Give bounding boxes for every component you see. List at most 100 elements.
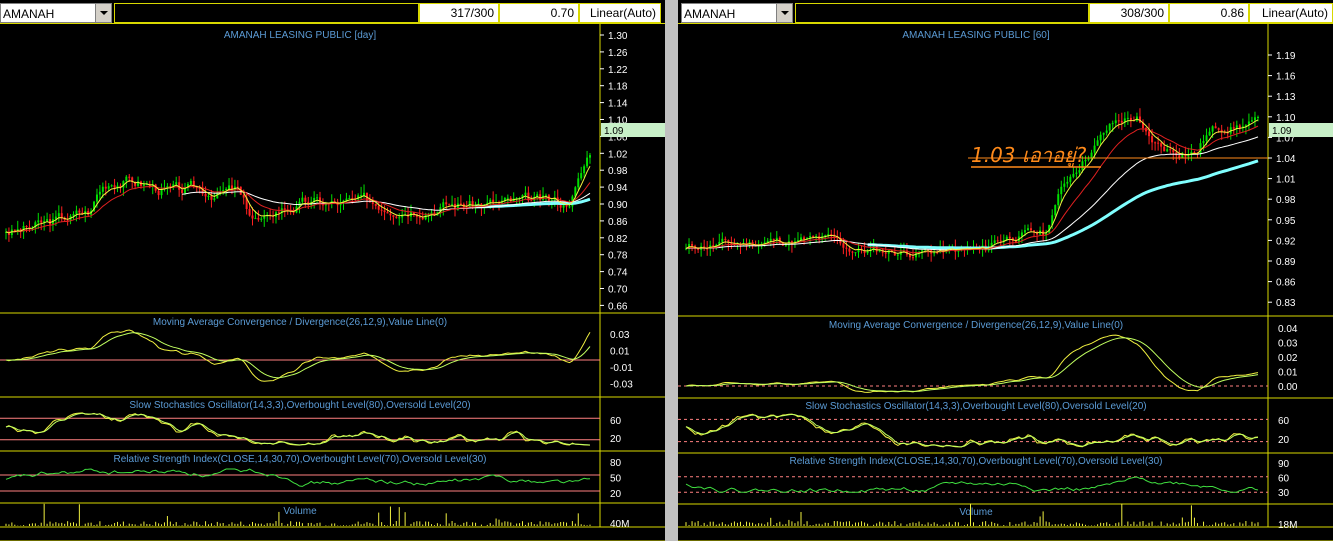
candle-body	[371, 202, 374, 204]
candle-body	[884, 252, 887, 254]
price-tick-label: 0.83	[1276, 298, 1296, 309]
candle-body	[160, 189, 163, 196]
candle-body	[283, 208, 286, 210]
candle-body	[380, 209, 383, 211]
candle-body	[451, 203, 454, 205]
candle-body	[260, 218, 263, 220]
candle-body	[351, 197, 354, 199]
price-tick-label: 1.22	[608, 65, 628, 76]
candle-body	[724, 238, 727, 241]
candle-body	[1148, 131, 1151, 137]
candle-body	[1181, 154, 1184, 158]
price-tick-label: 0.92	[1276, 236, 1296, 247]
price-tick-label: 1.01	[1276, 175, 1296, 186]
candle-body	[348, 197, 351, 199]
left-toolbar: AMANAH 317/300 0.70 Linear(Auto)	[0, 0, 665, 24]
candle-body	[251, 215, 254, 219]
candle-body	[383, 210, 386, 213]
candle-body	[866, 251, 869, 254]
candle-body	[1063, 183, 1066, 187]
right-chart-canvas: AMANAH LEASING PUBLIC [60] Moving Average…	[678, 24, 1333, 541]
macd-tick-label: -0.01	[610, 363, 633, 374]
macd-line	[5, 329, 591, 382]
price-tick-label: 0.98	[608, 166, 628, 177]
candle-body	[257, 218, 260, 220]
left-count-field: 317/300	[419, 3, 499, 23]
last-price-label: 1.09	[1272, 126, 1292, 137]
candle-body	[392, 215, 395, 217]
candle-body	[316, 197, 319, 199]
candle-body	[228, 185, 231, 189]
left-scale-field[interactable]: Linear(Auto)	[579, 3, 661, 23]
volume-tick-label: 40M	[610, 519, 629, 530]
candle-body	[1066, 181, 1069, 184]
candle-body	[1178, 155, 1181, 158]
macd-signal-line	[5, 332, 591, 379]
volume-title: Volume	[283, 506, 317, 517]
left-symbol-select[interactable]: AMANAH	[0, 3, 112, 23]
candle-body	[1154, 142, 1157, 144]
stoch-title: Slow Stochastics Oscillator(14,3,3),Over…	[129, 400, 470, 411]
candle-body	[1057, 194, 1060, 206]
chart-title: AMANAH LEASING PUBLIC [day]	[224, 30, 376, 41]
candle-body	[377, 205, 380, 210]
candle-body	[1126, 117, 1129, 119]
candle-body	[586, 157, 589, 167]
candle-body	[769, 238, 772, 241]
price-tick-label: 0.74	[608, 268, 628, 279]
candle-body	[175, 182, 178, 185]
candle-body	[1163, 146, 1166, 152]
right-symbol-select[interactable]: AMANAH	[681, 3, 793, 23]
candle-body	[1114, 120, 1117, 124]
candle-body	[1111, 123, 1114, 125]
candle-body	[263, 216, 266, 219]
macd-tick-label: 0.01	[610, 347, 630, 358]
candle-body	[1129, 117, 1132, 121]
candle-body	[848, 248, 851, 252]
candle-body	[712, 245, 715, 247]
candle-body	[110, 185, 113, 187]
candle-body	[1093, 145, 1096, 153]
candle-body	[1102, 132, 1105, 135]
candle-body	[1008, 236, 1011, 239]
price-tick-label: 1.30	[608, 31, 628, 42]
right-count-field: 308/300	[1089, 3, 1169, 23]
candle-body	[577, 178, 580, 188]
candle-body	[772, 238, 775, 241]
candle-body	[60, 213, 63, 218]
chevron-down-icon[interactable]	[776, 4, 792, 22]
macd-tick-label: 0.02	[1278, 353, 1298, 364]
macd-tick-label: 0.03	[610, 330, 630, 341]
candle-body	[442, 202, 445, 208]
right-scale-field[interactable]: Linear(Auto)	[1249, 3, 1333, 23]
chevron-down-icon[interactable]	[95, 4, 111, 22]
candle-body	[57, 213, 60, 217]
candle-body	[1253, 117, 1256, 121]
candle-body	[993, 240, 996, 243]
candle-body	[812, 236, 815, 238]
macd-tick-label: 0.01	[1278, 368, 1298, 379]
candle-body	[1120, 120, 1123, 123]
candle-body	[691, 244, 694, 246]
candle-body	[1138, 116, 1141, 123]
candle-body	[1160, 143, 1163, 147]
candle-body	[530, 200, 533, 202]
candle-body	[46, 219, 49, 222]
candle-body	[248, 209, 251, 216]
candle-body	[842, 243, 845, 248]
candle-body	[13, 229, 16, 232]
panel-separator[interactable]	[665, 0, 678, 541]
price-tick-label: 1.13	[1276, 92, 1296, 103]
left-chart-panel: AMANAH 317/300 0.70 Linear(Auto) AMANAH …	[0, 0, 665, 541]
candle-body	[1054, 205, 1057, 216]
stoch-tick-label: 20	[1278, 435, 1290, 446]
candle-body	[809, 236, 812, 238]
candle-body	[784, 245, 787, 247]
macd-tick-label: 0.04	[1278, 324, 1298, 335]
candle-body	[398, 217, 401, 219]
price-tick-label: 0.86	[1276, 278, 1296, 289]
right-blank-field	[795, 3, 1089, 23]
candle-body	[1193, 151, 1196, 153]
candle-body	[1166, 149, 1169, 152]
candle-body	[506, 197, 509, 199]
